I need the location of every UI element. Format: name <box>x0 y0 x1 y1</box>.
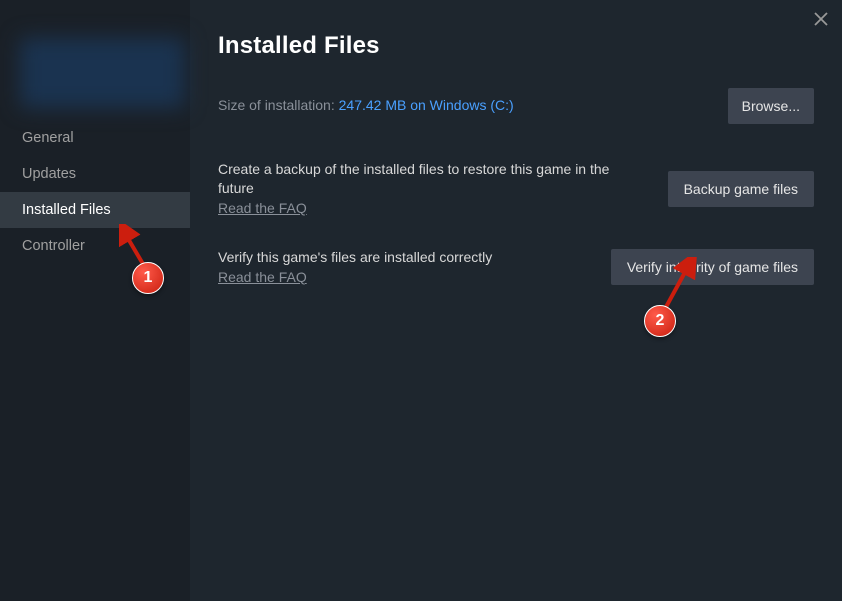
sidebar-item-general[interactable]: General <box>0 120 190 156</box>
sidebar-item-label: General <box>22 130 74 146</box>
install-size-text: Size of installation: 247.42 MB on Windo… <box>218 97 514 115</box>
sidebar-item-label: Installed Files <box>22 202 111 218</box>
game-title-blurred <box>20 38 185 108</box>
backup-text: Create a backup of the installed files t… <box>218 160 648 218</box>
verify-text: Verify this game's files are installed c… <box>218 248 591 287</box>
backup-description: Create a backup of the installed files t… <box>218 160 648 198</box>
sidebar-item-installed-files[interactable]: Installed Files <box>0 192 190 228</box>
sidebar: General Updates Installed Files Controll… <box>0 0 190 601</box>
sidebar-item-label: Updates <box>22 166 76 182</box>
backup-section: Create a backup of the installed files t… <box>218 160 814 218</box>
backup-game-files-button[interactable]: Backup game files <box>668 171 814 207</box>
verify-faq-link[interactable]: Read the FAQ <box>218 269 307 285</box>
game-header <box>0 20 190 108</box>
close-icon <box>814 12 828 26</box>
sidebar-item-controller[interactable]: Controller <box>0 228 190 264</box>
install-size-value: 247.42 MB on Windows (C:) <box>339 97 514 113</box>
backup-faq-link[interactable]: Read the FAQ <box>218 200 307 216</box>
sidebar-item-label: Controller <box>22 238 85 254</box>
install-size-label: Size of installation: <box>218 97 339 113</box>
install-size-row: Size of installation: 247.42 MB on Windo… <box>218 88 814 124</box>
verify-description: Verify this game's files are installed c… <box>218 248 591 267</box>
verify-section: Verify this game's files are installed c… <box>218 248 814 287</box>
main-panel: Installed Files Size of installation: 24… <box>190 0 842 601</box>
browse-button[interactable]: Browse... <box>728 88 814 124</box>
close-button[interactable] <box>814 10 828 31</box>
verify-integrity-button[interactable]: Verify integrity of game files <box>611 249 814 285</box>
properties-window: General Updates Installed Files Controll… <box>0 0 842 601</box>
sidebar-items: General Updates Installed Files Controll… <box>0 120 190 264</box>
sidebar-item-updates[interactable]: Updates <box>0 156 190 192</box>
page-title: Installed Files <box>218 32 814 60</box>
